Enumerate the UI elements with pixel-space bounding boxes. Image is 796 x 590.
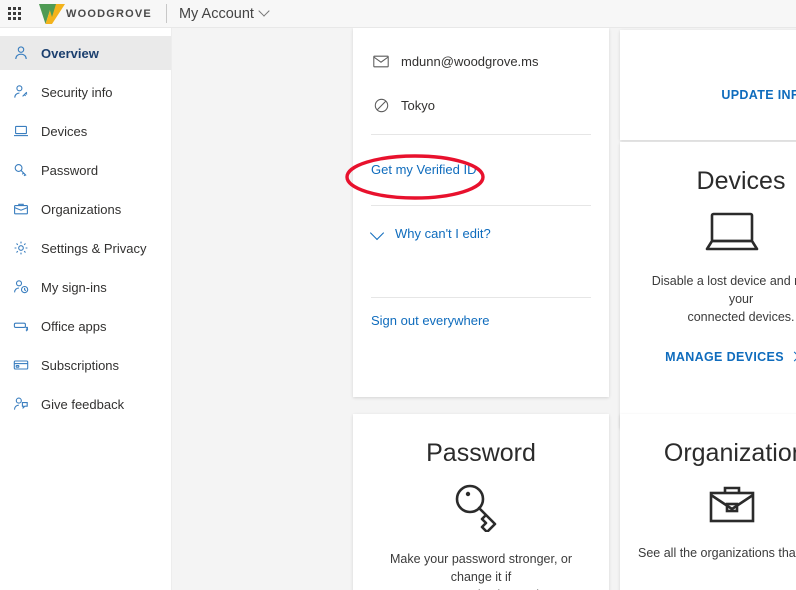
sidebar-item-label: Settings & Privacy	[41, 240, 147, 256]
left-sidebar: Overview Security info Devices Password …	[0, 28, 172, 590]
sign-out-block: Sign out everywhere	[353, 298, 609, 330]
person-feedback-icon	[11, 394, 31, 414]
sidebar-item-devices[interactable]: Devices	[0, 114, 171, 148]
apps-icon	[11, 316, 31, 336]
password-card-body: Password Make your password stronger, or…	[353, 414, 609, 590]
why-cant-i-edit-label: Why can't I edit?	[395, 226, 491, 241]
organizations-card: Organizations See all the organizations …	[620, 414, 796, 590]
briefcase-icon	[620, 482, 796, 526]
devices-card-body: Devices Disable a lost device and review…	[620, 142, 796, 428]
chevron-down-icon	[371, 227, 385, 241]
update-info-body: UPDATE INFO	[620, 30, 796, 140]
sidebar-item-office-apps[interactable]: Office apps	[0, 309, 171, 343]
brand-name: WOODGROVE	[66, 7, 152, 20]
manage-devices-link-wrap: MANAGE DEVICES	[620, 348, 796, 366]
password-card-description: Make your password stronger, or change i…	[389, 551, 573, 590]
clock-icon	[371, 98, 391, 113]
update-info-card: UPDATE INFO	[620, 30, 796, 140]
sidebar-item-label: Devices	[41, 123, 88, 139]
key-icon	[11, 160, 31, 180]
laptop-icon	[11, 121, 31, 141]
chevron-right-icon	[791, 353, 796, 361]
briefcase-icon	[11, 199, 31, 219]
person-clock-icon	[11, 277, 31, 297]
sidebar-item-label: Overview	[41, 45, 99, 61]
sidebar-item-password[interactable]: Password	[0, 153, 171, 187]
sidebar-item-overview[interactable]: Overview	[0, 36, 171, 70]
person-key-icon	[11, 82, 31, 102]
organizations-card-description: See all the organizations that you belon…	[638, 545, 796, 560]
sidebar-item-label: Give feedback	[41, 396, 125, 412]
profile-email: mdunn@woodgrove.ms	[401, 53, 539, 69]
sidebar-item-organizations[interactable]: Organizations	[0, 192, 171, 226]
update-info-link[interactable]: UPDATE INFO	[721, 50, 796, 140]
sidebar-item-label: Subscriptions	[41, 357, 120, 373]
card-icon	[11, 355, 31, 375]
profile-email-row: mdunn@woodgrove.ms	[371, 46, 591, 76]
sidebar-item-label: Office apps	[41, 318, 107, 334]
chevron-down-icon	[260, 7, 269, 16]
sidebar-item-label: Password	[41, 162, 99, 178]
main-content: mdunn@woodgrove.ms Tokyo Get my Verified…	[172, 28, 796, 590]
organizations-card-title: Organizations	[663, 439, 796, 467]
password-card: Password Make your password stronger, or…	[353, 414, 609, 590]
mail-icon	[371, 55, 391, 68]
devices-card-title: Devices	[696, 167, 786, 195]
sidebar-item-label: Security info	[41, 84, 113, 100]
why-cant-i-edit-toggle[interactable]: Why can't I edit?	[353, 206, 609, 241]
profile-timezone: Tokyo	[401, 97, 435, 113]
app-launcher-waffle-icon	[7, 7, 21, 20]
update-info-label: UPDATE INFO	[721, 88, 796, 102]
profile-card: mdunn@woodgrove.ms Tokyo Get my Verified…	[353, 28, 609, 397]
my-account-label: My Account	[178, 5, 254, 22]
person-icon	[11, 43, 31, 63]
woodgrove-logo-icon	[39, 3, 65, 24]
verified-id-block: Get my Verified ID	[353, 135, 609, 205]
brand-logo[interactable]: WOODGROVE	[39, 3, 152, 24]
devices-card-description: Disable a lost device and review your co…	[651, 273, 796, 324]
sidebar-item-subscriptions[interactable]: Subscriptions	[0, 348, 171, 382]
app-launcher-button[interactable]	[0, 0, 28, 28]
laptop-icon	[620, 210, 796, 254]
key-icon	[353, 482, 609, 532]
header-divider	[165, 4, 167, 23]
manage-devices-link[interactable]: MANAGE DEVICES	[665, 350, 796, 364]
sign-out-everywhere-link[interactable]: Sign out everywhere	[371, 313, 490, 328]
sidebar-item-my-sign-ins[interactable]: My sign-ins	[0, 270, 171, 304]
password-card-title: Password	[426, 439, 536, 467]
profile-timezone-row: Tokyo	[371, 90, 591, 120]
profile-card-body: mdunn@woodgrove.ms Tokyo	[353, 28, 609, 120]
organizations-card-body: Organizations See all the organizations …	[620, 414, 796, 590]
sidebar-item-give-feedback[interactable]: Give feedback	[0, 387, 171, 421]
sidebar-item-security-info[interactable]: Security info	[0, 75, 171, 109]
sidebar-item-label: Organizations	[41, 201, 122, 217]
my-account-menu[interactable]: My Account	[179, 6, 269, 22]
sidebar-item-label: My sign-ins	[41, 279, 107, 295]
get-verified-id-link[interactable]: Get my Verified ID	[371, 162, 476, 177]
devices-card: Devices Disable a lost device and review…	[620, 142, 796, 428]
sidebar-item-settings-privacy[interactable]: Settings & Privacy	[0, 231, 171, 265]
gear-icon	[11, 238, 31, 258]
top-header: WOODGROVE My Account	[0, 0, 796, 28]
manage-devices-label: MANAGE DEVICES	[665, 349, 784, 364]
